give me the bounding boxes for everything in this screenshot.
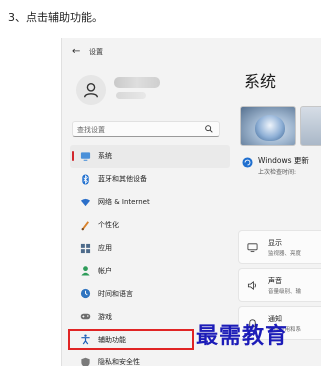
nav-item-label: 时间和语言 [98,289,133,298]
globe-clock-icon [78,287,92,301]
nav-item-accounts[interactable]: 帐户 [70,259,230,282]
nav-item-label: 网络 & Internet [98,198,150,207]
selected-indicator [72,151,74,161]
blurred-user-email [116,92,146,99]
avatar[interactable] [76,75,106,105]
search-icon[interactable] [204,124,214,134]
tutorial-page: 3、点击辅助功能。 ← 设置 查找设置 系统 蓝牙和其他设备 网络 & Inte… [0,0,321,366]
monitor-icon [78,149,92,163]
card-sound[interactable]: 声音 音量级别、输 [238,268,321,302]
card-title: 显示 [268,239,282,247]
speaker-icon [247,280,256,291]
nav-item-system[interactable]: 系统 [70,145,230,168]
wifi-icon [78,195,92,209]
desktop-preview-image [240,106,296,146]
nav-item-label: 帐户 [98,266,112,275]
windows-update-title: Windows 更新 [258,156,309,165]
card-title: 声音 [268,277,282,285]
search-box[interactable] [72,121,220,137]
bloom-wallpaper [255,115,285,141]
card-display[interactable]: 显示 监视器、亮度 [238,230,321,264]
shield-icon [78,355,92,366]
search-input[interactable] [77,124,201,135]
back-arrow-icon[interactable]: ← [72,46,80,58]
gamepad-icon [78,310,92,324]
title-bar: ← 设置 [62,38,321,66]
highlight-box [68,329,194,351]
windows-update-subtitle: 上次检查时间: [258,169,297,176]
nav-item-network[interactable]: 网络 & Internet [70,191,230,214]
bluetooth-icon [78,172,92,186]
settings-window: ← 设置 查找设置 系统 蓝牙和其他设备 网络 & Internet 个性化 应… [61,38,321,366]
window-title: 设置 [89,48,103,56]
secondary-preview-image [300,106,321,146]
display-icon [247,243,258,253]
brush-icon [78,218,92,232]
apps-icon [78,241,92,255]
nav-item-label: 蓝牙和其他设备 [98,175,147,184]
nav-item-label: 应用 [98,244,112,252]
nav-item-time-language[interactable]: 时间和语言 [70,282,230,305]
nav-item-label: 游戏 [98,312,112,321]
nav-item-label: 系统 [98,152,112,161]
nav-item-label: 隐私和安全性 [98,358,140,366]
blurred-user-name [114,77,160,88]
card-subtitle: 监视器、亮度 [268,251,302,257]
windows-update-status[interactable]: Windows 更新 上次检查时间: [238,154,321,186]
nav-item-label: 个性化 [98,221,119,230]
card-subtitle: 音量级别、输 [268,289,302,295]
nav-item-privacy[interactable]: 隐私和安全性 [70,351,230,366]
nav-item-apps[interactable]: 应用 [70,237,230,260]
account-icon [78,264,92,278]
watermark: 最需教育 [196,323,289,349]
refresh-icon [242,157,253,168]
nav-item-bluetooth[interactable]: 蓝牙和其他设备 [70,168,230,191]
page-title: 系统 [244,72,277,91]
step-instruction: 3、点击辅助功能。 [8,11,103,24]
nav-item-personalization[interactable]: 个性化 [70,214,230,237]
person-icon [84,83,98,98]
